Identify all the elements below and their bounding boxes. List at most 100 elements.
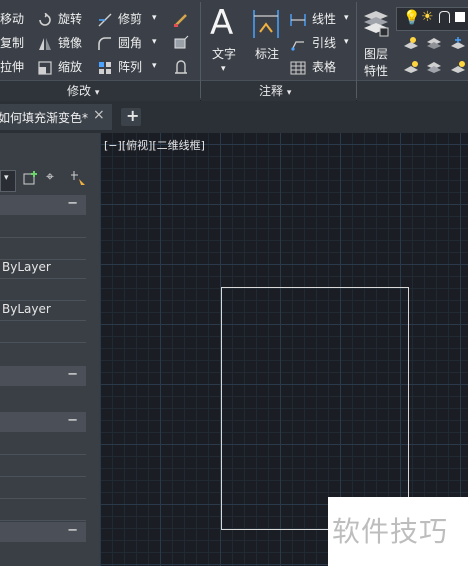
rotate-icon: [38, 12, 52, 26]
array-button[interactable]: 阵列: [118, 59, 142, 75]
property-row[interactable]: [0, 321, 86, 343]
array-dropdown-icon[interactable]: ▾: [152, 58, 157, 74]
stretch-label: 拉伸: [0, 60, 25, 74]
text-button[interactable]: 文字: [212, 46, 236, 62]
table-icon: [290, 60, 306, 75]
explode-icon[interactable]: [172, 35, 189, 49]
section-header-geometry[interactable]: −: [0, 412, 86, 432]
collapse-icon[interactable]: −: [67, 196, 78, 211]
viewport-controls-label[interactable]: [−][俯视][二维线框]: [104, 137, 205, 153]
array-icon: [98, 60, 112, 74]
linear-button[interactable]: 线性: [312, 11, 336, 27]
text-icon[interactable]: A: [210, 4, 233, 42]
close-icon[interactable]: ×: [93, 107, 105, 123]
layer-properties-icon[interactable]: [362, 8, 390, 38]
linear-icon: [290, 12, 306, 26]
watermark-text: 软件技巧: [332, 515, 449, 548]
layer-isolate-icon[interactable]: [426, 35, 441, 49]
copy-label: 复制: [0, 36, 25, 50]
layer-off-icon[interactable]: [403, 35, 418, 49]
collapse-icon[interactable]: −: [67, 523, 78, 538]
property-row[interactable]: ByLayer: [0, 299, 86, 321]
layer-match-icon[interactable]: [403, 59, 418, 73]
trim-dropdown-icon[interactable]: ▾: [152, 10, 157, 26]
stretch-button[interactable]: 拉伸: [0, 59, 24, 75]
modify-panel-bar[interactable]: [0, 80, 200, 101]
layer-freeze-icon[interactable]: [450, 35, 465, 49]
fillet-button[interactable]: 圆角: [118, 35, 142, 51]
mirror-icon: [38, 36, 52, 50]
erase-icon[interactable]: [173, 12, 187, 27]
layer-unisolate-icon[interactable]: [450, 59, 465, 73]
document-tab[interactable]: 如何填充渐变色* ×: [0, 104, 112, 130]
trim-label: 修剪: [118, 12, 143, 26]
lightbulb-icon: 💡: [403, 10, 421, 26]
dimension-button[interactable]: 标注: [255, 46, 279, 62]
fillet-icon: [98, 36, 112, 50]
property-row[interactable]: [0, 279, 86, 301]
table-label: 表格: [312, 60, 337, 74]
layer-previous-icon[interactable]: [426, 59, 441, 73]
plus-icon: +: [126, 106, 140, 125]
toggle-pickadd-icon[interactable]: [23, 170, 39, 190]
linear-label: 线性: [312, 12, 337, 26]
properties-palette: ▾ ⌖ − ByLayer ByLayer − − −: [0, 133, 100, 566]
property-row[interactable]: [0, 477, 86, 499]
drawn-rectangle[interactable]: [221, 287, 409, 530]
trim-button[interactable]: 修剪: [118, 11, 142, 27]
property-row[interactable]: ByLayer: [0, 257, 86, 279]
scale-icon: [38, 60, 52, 75]
select-objects-icon[interactable]: ⌖: [46, 169, 54, 185]
collapse-icon[interactable]: −: [67, 367, 78, 382]
quick-select-icon[interactable]: [70, 170, 86, 190]
table-button[interactable]: 表格: [312, 59, 336, 75]
offset-icon[interactable]: [173, 59, 187, 74]
mirror-button[interactable]: 镜像: [58, 35, 82, 51]
property-row[interactable]: [0, 216, 86, 238]
rotate-label: 旋转: [58, 12, 83, 26]
dimension-label: 标注: [255, 47, 280, 61]
chevron-down-icon: ▾: [286, 88, 292, 98]
layers-panel-bar[interactable]: [357, 80, 468, 101]
leader-label: 引线: [312, 36, 337, 50]
modify-panel-title[interactable]: 修改 ▾: [67, 82, 99, 99]
sun-icon: ☀: [421, 9, 434, 25]
ribbon: 移动 旋转 修剪 ▾ 复制 镜像 圆角 ▾ 拉伸 缩放 阵列 ▾ A 文字 ▾: [0, 0, 468, 101]
chevron-down-icon: ▾: [94, 88, 100, 98]
fillet-dropdown-icon[interactable]: ▾: [152, 34, 157, 50]
fillet-label: 圆角: [118, 36, 143, 50]
layer-properties-label-1[interactable]: 图层: [364, 46, 388, 62]
new-tab-button[interactable]: +: [121, 106, 141, 126]
linear-dropdown-icon[interactable]: ▾: [344, 10, 349, 26]
mirror-label: 镜像: [58, 36, 83, 50]
section-header-3d[interactable]: −: [0, 366, 86, 386]
property-row[interactable]: [0, 455, 86, 477]
copy-button[interactable]: 复制: [0, 35, 24, 51]
leader-icon: [290, 36, 304, 51]
annotation-panel-title[interactable]: 注释 ▾: [259, 82, 291, 99]
chevron-down-icon: ▾: [4, 173, 9, 183]
layer-dropdown[interactable]: 💡 ☀: [396, 7, 468, 31]
section-header-misc[interactable]: −: [0, 522, 86, 542]
move-label: 移动: [0, 12, 25, 26]
text-dropdown-icon[interactable]: ▾: [221, 61, 226, 77]
dimension-icon[interactable]: [252, 8, 280, 40]
section-header-general[interactable]: −: [0, 195, 86, 215]
document-tab-title: 如何填充渐变色*: [0, 111, 89, 125]
rotate-button[interactable]: 旋转: [58, 11, 82, 27]
scale-button[interactable]: 缩放: [58, 59, 82, 75]
array-label: 阵列: [118, 60, 143, 74]
leader-dropdown-icon[interactable]: ▾: [344, 34, 349, 50]
trim-icon: [98, 12, 112, 27]
move-button[interactable]: 移动: [0, 11, 24, 27]
property-row[interactable]: [0, 499, 86, 521]
layer-color-swatch: [455, 12, 465, 22]
scale-label: 缩放: [58, 60, 83, 74]
collapse-icon[interactable]: −: [67, 413, 78, 428]
layer-properties-label-2[interactable]: 特性: [364, 63, 388, 79]
property-row[interactable]: [0, 433, 86, 455]
lock-icon: [439, 11, 450, 23]
object-type-dropdown[interactable]: ▾: [0, 170, 16, 192]
leader-button[interactable]: 引线: [312, 35, 336, 51]
text-label: 文字: [212, 47, 237, 61]
